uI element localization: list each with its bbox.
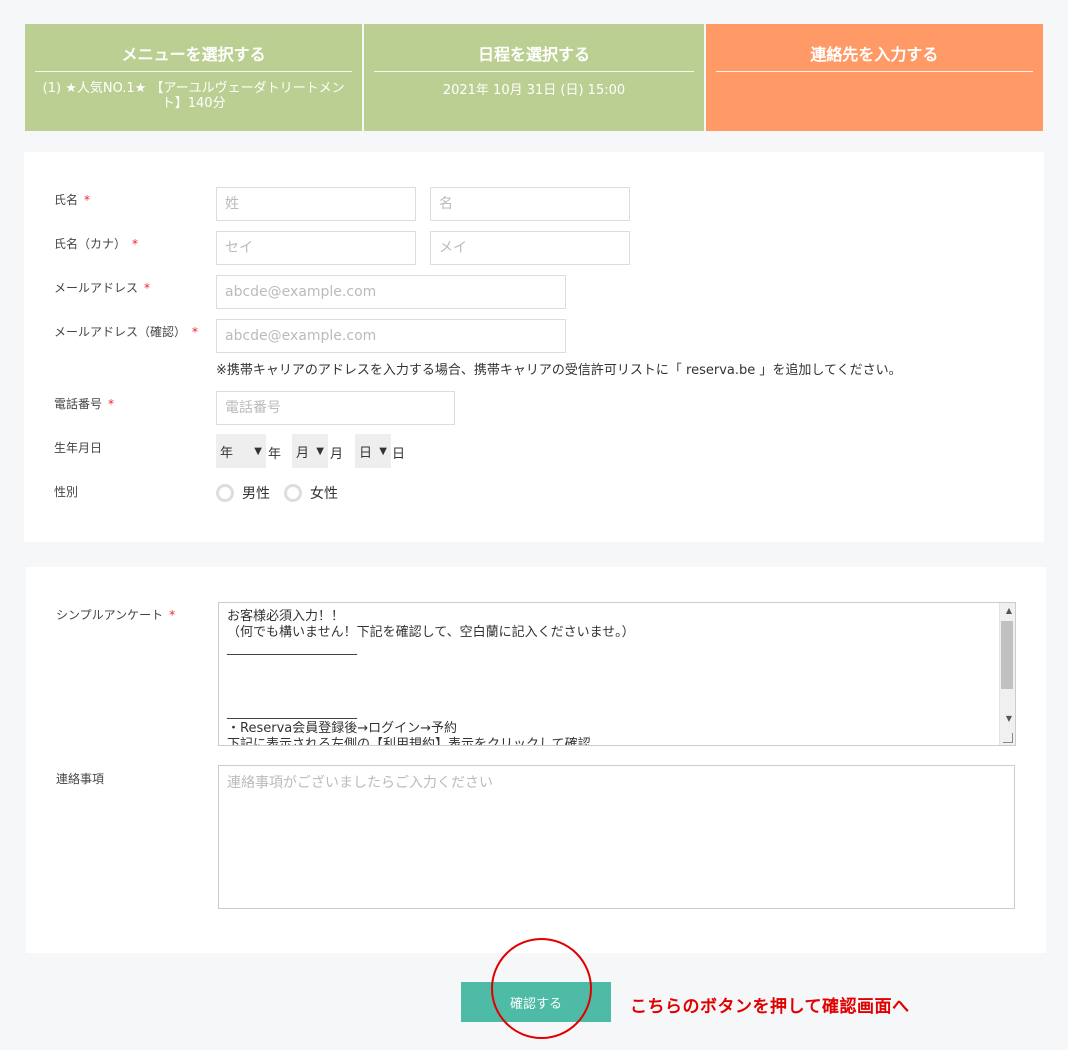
contact-info-panel: 氏名* 氏名（カナ）* メールアドレス* メールアドレス（確認）* ※携帯キャリ… bbox=[24, 152, 1044, 542]
step-select-date[interactable]: 日程を選択する 2021年 10月 31日 (日) 15:00 bbox=[364, 24, 704, 131]
annotation-text: こちらのボタンを押して確認画面へ bbox=[630, 997, 910, 1017]
phone-input[interactable] bbox=[216, 391, 455, 425]
email-confirm-label: メールアドレス（確認） * bbox=[54, 325, 199, 339]
scrollbar-thumb[interactable] bbox=[1001, 621, 1013, 689]
required-mark: * bbox=[84, 193, 91, 207]
step-divider bbox=[374, 71, 694, 72]
survey-text: お客様必須入力！！ （何でも構いません！下記を確認して、空白蘭に記入くださいませ… bbox=[227, 609, 635, 746]
phone-label: 電話番号 * bbox=[54, 397, 115, 411]
chevron-down-icon: ▼ bbox=[316, 445, 324, 457]
scrollbar[interactable]: ▲ ▼ bbox=[999, 603, 1015, 745]
first-name-kana-input[interactable] bbox=[430, 231, 630, 265]
year-unit: 年 bbox=[268, 447, 282, 462]
birth-day-select[interactable]: 日 ▼ bbox=[355, 434, 391, 468]
radio-icon bbox=[216, 484, 234, 502]
scroll-up-icon[interactable]: ▲ bbox=[1006, 606, 1012, 615]
step-title: メニューを選択する bbox=[121, 45, 266, 64]
birth-year-select[interactable]: 年 ▼ bbox=[216, 434, 266, 468]
email-confirm-input[interactable] bbox=[216, 319, 566, 353]
carrier-note: ※携帯キャリアのアドレスを入力する場合、携帯キャリアの受信許可リストに「 res… bbox=[216, 363, 902, 378]
email-input[interactable] bbox=[216, 275, 566, 309]
last-name-input[interactable] bbox=[216, 187, 416, 221]
gender-male-radio[interactable]: 男性 bbox=[216, 483, 270, 503]
step-divider bbox=[35, 71, 353, 72]
step-title: 連絡先を入力する bbox=[810, 45, 939, 64]
required-mark: * bbox=[132, 237, 139, 251]
survey-label: シンプルアンケート * bbox=[56, 608, 176, 622]
required-mark: * bbox=[144, 281, 151, 295]
confirm-button[interactable]: 確認する bbox=[461, 982, 611, 1022]
contact-notes-textarea[interactable] bbox=[218, 765, 1015, 909]
step-title: 日程を選択する bbox=[477, 45, 590, 64]
contact-notes-label: 連絡事項 bbox=[56, 772, 105, 786]
survey-textarea[interactable]: お客様必須入力！！ （何でも構いません！下記を確認して、空白蘭に記入くださいませ… bbox=[218, 602, 1016, 746]
birth-month-select[interactable]: 月 ▼ bbox=[292, 434, 328, 468]
required-mark: * bbox=[169, 608, 176, 622]
day-unit: 日 bbox=[392, 447, 406, 462]
last-name-kana-input[interactable] bbox=[216, 231, 416, 265]
chevron-down-icon: ▼ bbox=[254, 445, 262, 457]
step-enter-contact: 連絡先を入力する bbox=[705, 24, 1043, 131]
first-name-input[interactable] bbox=[430, 187, 630, 221]
radio-label: 男性 bbox=[242, 486, 270, 502]
name-label: 氏名 * bbox=[54, 193, 91, 207]
gender-label: 性別 bbox=[54, 485, 79, 499]
step-bar: メニューを選択する (1) ★人気NO.1★ 【アーユルヴェーダトリートメント】… bbox=[25, 24, 1043, 131]
gender-female-radio[interactable]: 女性 bbox=[284, 483, 338, 503]
survey-panel: シンプルアンケート * お客様必須入力！！ （何でも構いません！下記を確認して、空… bbox=[26, 567, 1046, 953]
email-label: メールアドレス * bbox=[54, 281, 151, 295]
step-detail: 2021年 10月 31日 (日) 15:00 bbox=[442, 83, 626, 98]
radio-label: 女性 bbox=[310, 486, 338, 502]
month-unit: 月 bbox=[330, 447, 344, 462]
step-select-menu[interactable]: メニューを選択する (1) ★人気NO.1★ 【アーユルヴェーダトリートメント】… bbox=[25, 24, 363, 131]
chevron-down-icon: ▼ bbox=[379, 445, 387, 457]
required-mark: * bbox=[192, 325, 199, 339]
kana-label: 氏名（カナ） * bbox=[54, 237, 139, 251]
step-detail: (1) ★人気NO.1★ 【アーユルヴェーダトリートメント】140分 bbox=[42, 81, 345, 111]
required-mark: * bbox=[108, 397, 115, 411]
birthdate-label: 生年月日 bbox=[54, 441, 103, 455]
radio-icon bbox=[284, 484, 302, 502]
step-divider bbox=[715, 71, 1033, 72]
resize-grip-icon[interactable] bbox=[1003, 733, 1013, 743]
scroll-down-icon[interactable]: ▼ bbox=[1006, 714, 1012, 723]
